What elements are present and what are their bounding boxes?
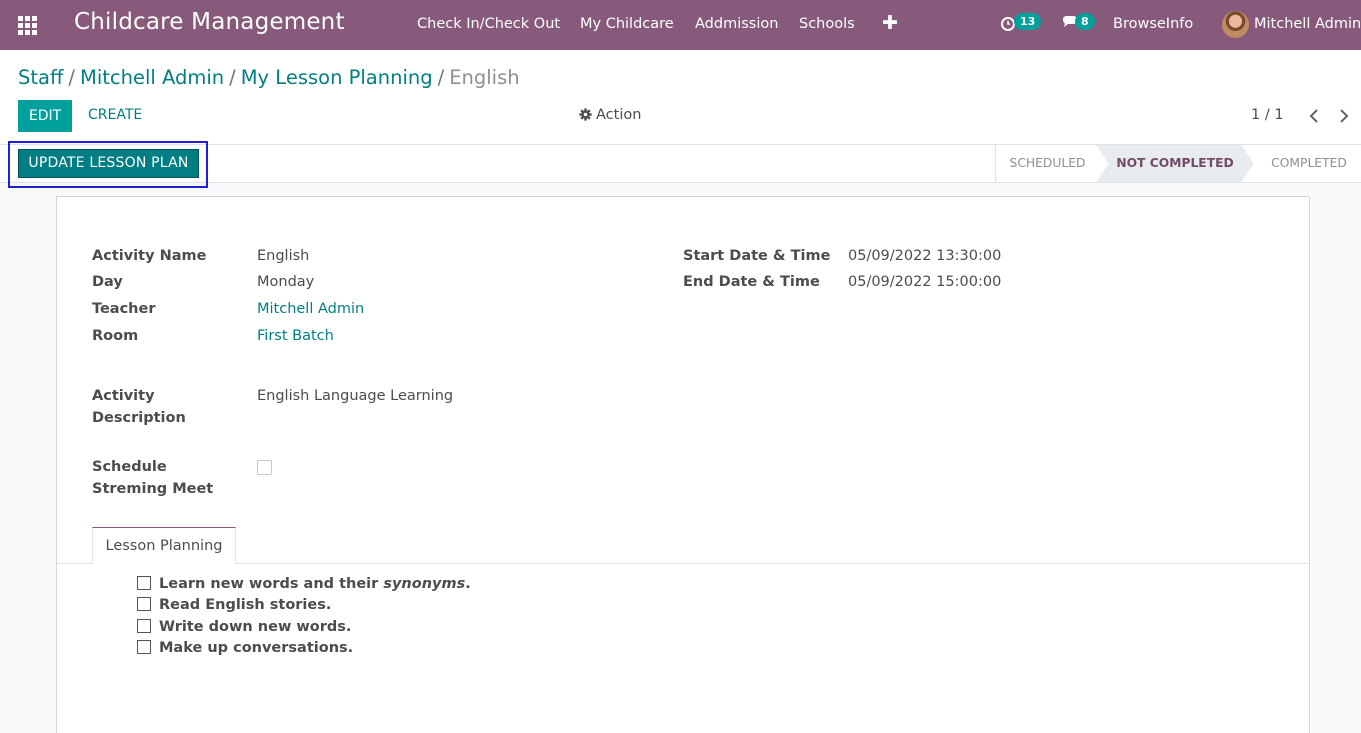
start-datetime-label: Start Date & Time [683,248,831,264]
plus-icon[interactable]: ✚ [882,12,898,34]
stage-completed[interactable]: COMPLETED [1257,145,1361,182]
form-sheet: Activity Name English Day Monday Teacher… [56,196,1310,733]
teacher-link[interactable]: Mitchell Admin [257,299,364,321]
pager-value[interactable]: 1 / 1 [1251,107,1284,123]
teacher-label: Teacher [92,301,156,317]
end-datetime-value: 05/09/2022 15:00:00 [848,274,1002,290]
user-avatar[interactable] [1222,11,1249,38]
lesson-item-checkbox[interactable] [137,619,151,633]
top-navbar: Childcare Management Check In/Check Out … [0,0,1361,50]
action-label: Action [596,107,642,123]
company-switcher[interactable]: BrowseInfo [1113,16,1193,32]
breadcrumb-current: English [449,66,520,89]
chevron-left-icon[interactable] [1308,109,1320,123]
activity-description-label: Activity Description [92,388,186,426]
day-label: Day [92,274,123,290]
tab-divider [57,563,1309,564]
tab-lesson-planning[interactable]: Lesson Planning [92,527,236,565]
lesson-item-checkbox[interactable] [137,597,151,611]
room-link[interactable]: First Batch [257,326,334,348]
start-datetime-value: 05/09/2022 13:30:00 [848,248,1002,264]
activity-description-value: English Language Learning [257,388,454,404]
lesson-item: Make up conversations. [137,640,353,656]
lesson-item: Write down new words. [137,619,351,635]
app-title[interactable]: Childcare Management [74,9,345,35]
schedule-meet-checkbox[interactable] [257,460,272,475]
breadcrumb-staff[interactable]: Staff [18,66,63,89]
create-button[interactable]: CREATE [88,107,142,123]
gear-icon [579,108,592,121]
schedule-meet-label: Schedule Streming Meet [92,459,214,497]
lesson-item: Learn new words and their synonyms. [137,576,471,592]
lesson-item-checkbox[interactable] [137,576,151,590]
lesson-item: Read English stories. [137,597,331,613]
edit-button[interactable]: EDIT [18,100,72,132]
activity-count-badge: 13 [1014,13,1042,30]
room-label: Room [92,328,139,344]
activity-name-value: English [257,248,310,264]
apps-menu-icon[interactable] [18,16,37,35]
update-lesson-plan-button[interactable]: UPDATE LESSON PLAN [18,149,199,178]
messages-count-badge: 8 [1075,13,1095,30]
menu-admission[interactable]: Addmission [695,16,778,32]
stage-scheduled[interactable]: SCHEDULED [995,145,1099,182]
breadcrumb-mitchell-admin[interactable]: Mitchell Admin [80,66,224,89]
lesson-item-checkbox[interactable] [137,640,151,654]
activity-name-label: Activity Name [92,248,207,264]
breadcrumb: Staff / Mitchell Admin / My Lesson Planning /… [18,66,520,89]
stage-not-completed[interactable]: NOT COMPLETED [1096,145,1254,182]
menu-my-childcare[interactable]: My Childcare [580,16,674,32]
day-value: Monday [257,274,315,290]
breadcrumb-lesson-planning[interactable]: My Lesson Planning [241,66,433,89]
menu-check-in-out[interactable]: Check In/Check Out [417,16,560,32]
chevron-right-icon[interactable] [1338,109,1350,123]
user-menu[interactable]: Mitchell Admin [1254,16,1361,32]
action-dropdown[interactable]: Action [579,107,641,123]
end-datetime-label: End Date & Time [683,274,820,290]
control-panel: Staff / Mitchell Admin / My Lesson Planning /… [0,50,1361,144]
menu-schools[interactable]: Schools [799,16,855,32]
